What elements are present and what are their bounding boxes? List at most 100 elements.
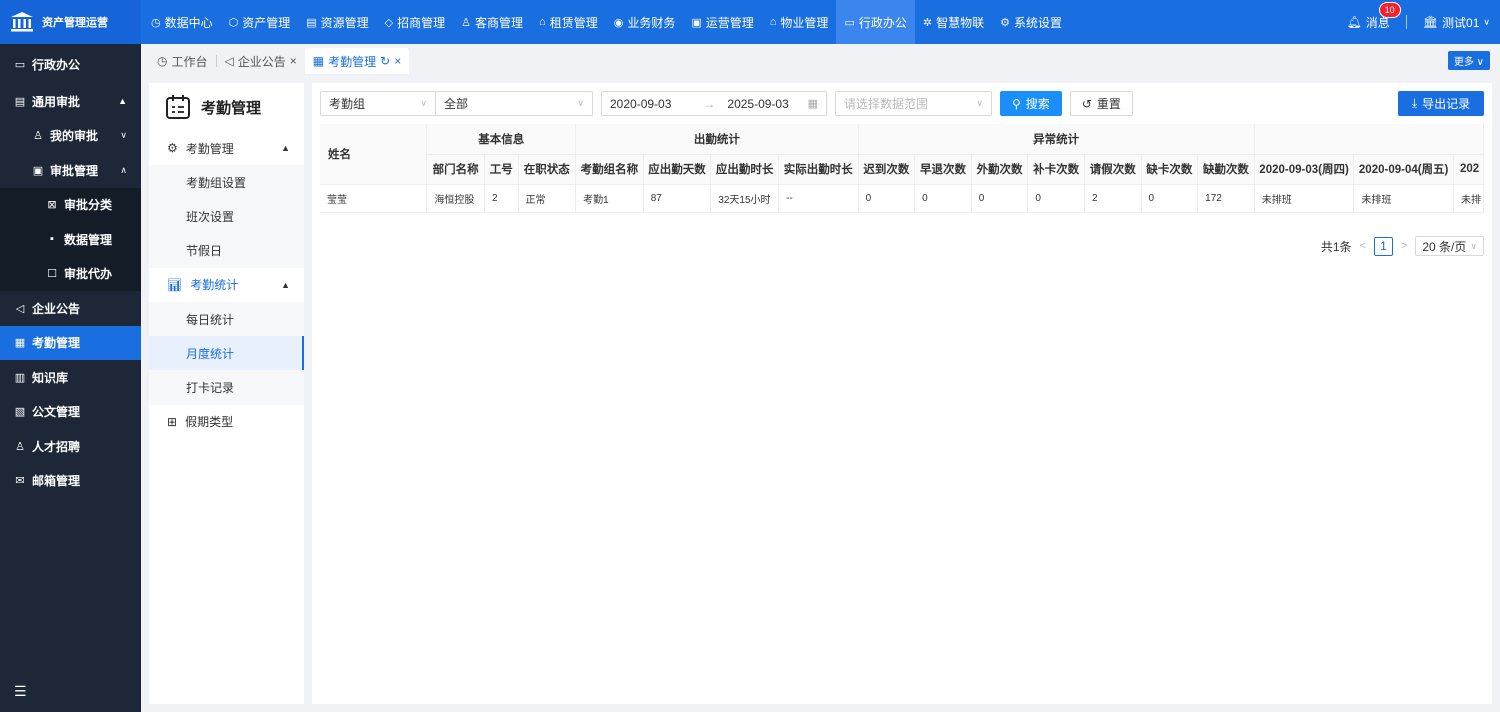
group-type-select[interactable]: 考勤组 ∨ <box>320 91 436 116</box>
submenu-group-statistics[interactable]: 📊︎ 考勤统计 ▲ <box>149 268 304 302</box>
brand[interactable]: 资产管理运营 <box>0 0 141 44</box>
chevron-down-icon: ∨ <box>120 130 127 141</box>
nav-label: 租赁管理 <box>549 15 598 30</box>
chart-icon: ▣ <box>691 16 702 29</box>
sidebar-item-approval-manage[interactable]: ▣ 审批管理 ∧ <box>0 153 141 188</box>
table-cell: 87 <box>643 184 712 213</box>
sidebar-item-general-approval[interactable]: ▤ 通用审批 ▲ <box>0 84 141 119</box>
nav-finance[interactable]: ◉ 业务财务 <box>606 0 684 44</box>
tab-workbench[interactable]: ◷ 工作台 <box>149 48 216 74</box>
more-tabs-button[interactable]: 更多 ∨ <box>1447 51 1490 70</box>
arrow-right-icon: → <box>703 96 716 111</box>
sidebar-item-data-manage[interactable]: ▪ 数据管理 <box>0 222 141 257</box>
sidebar-item-knowledge[interactable]: ▥ 知识库 <box>0 360 141 395</box>
table-row[interactable]: 莹莹 海恒控股 2 正常 考勤1 87 32天15小时 -- 0 0 0 0 2… <box>320 184 1484 213</box>
submenu-item-holidays[interactable]: 节假日 <box>149 233 304 268</box>
nav-assets[interactable]: ⬡ 资产管理 <box>221 0 299 44</box>
data-icon: ▪ <box>50 233 54 246</box>
nav-label: 客商管理 <box>475 15 524 30</box>
collapse-menu-icon[interactable]: ☰ <box>14 683 27 700</box>
sidebar-item-label: 我的审批 <box>50 129 99 144</box>
date-range-picker[interactable]: 2020-09-03 → 2025-09-03 ▦ <box>601 91 827 116</box>
submenu-item-monthly-stats[interactable]: 月度统计 <box>149 336 304 371</box>
sidebar-section-admin[interactable]: ▭ 行政办公 <box>0 44 141 84</box>
clock-icon: ◷ <box>151 16 161 29</box>
submenu-item-shift-settings[interactable]: 班次设置 <box>149 199 304 234</box>
table-cell: 32天15小时 <box>710 184 779 213</box>
monitor-icon: ▭ <box>14 58 26 71</box>
sidebar-item-attendance[interactable]: ▦ 考勤管理 <box>0 325 141 360</box>
nav-iot[interactable]: ✲ 智慧物联 <box>915 0 992 44</box>
sidebar-item-my-approval[interactable]: ♙ 我的审批 ∨ <box>0 119 141 154</box>
messages-button[interactable]: 🔔︎ 消息 10 <box>1347 1 1401 31</box>
submenu-group-leave-types[interactable]: ⊞ 假期类型 <box>149 405 304 439</box>
nav-admin-office[interactable]: ▭ 行政办公 <box>836 0 915 44</box>
message-count-badge: 10 <box>1378 1 1401 18</box>
attendance-submenu: 考勤管理 ⚙ 考勤管理 ▲ 考勤组设置 班次设置 节假日 📊︎ 考勤统计 ▲ 每日统计 … <box>149 83 304 704</box>
sidebar-item-label: 通用审批 <box>32 94 81 109</box>
nav-operations[interactable]: ▣ 运营管理 <box>683 0 761 44</box>
nav-leasing[interactable]: ⌂ 租赁管理 <box>531 0 606 44</box>
data-range-select[interactable]: 请选择数据范围 ∨ <box>835 91 992 116</box>
download-icon: ⤓ <box>1411 96 1418 110</box>
sidebar-item-approval-agent[interactable]: ☐ 审批代办 <box>0 256 141 291</box>
column-header: 请假次数 <box>1084 154 1142 185</box>
sidebar-item-mailbox[interactable]: ✉ 邮箱管理 <box>0 464 141 499</box>
group-scope-select[interactable]: 全部 ∨ <box>435 91 593 116</box>
monitor-icon: ▭ <box>844 16 855 29</box>
close-icon[interactable]: × <box>394 54 401 68</box>
checklist-icon: ▣ <box>32 164 44 177</box>
pagination: 共1条 < 1 > 20 条/页 ∨ <box>1321 236 1484 256</box>
sidebar-item-announcements[interactable]: ◁ 企业公告 <box>0 291 141 326</box>
bar-chart-icon: 📊︎ <box>167 277 183 292</box>
sidebar-item-approval-category[interactable]: ⊠ 审批分类 <box>0 187 141 222</box>
submenu-item-punch-records[interactable]: 打卡记录 <box>149 370 304 405</box>
stats-table-container[interactable]: 姓名 基本信息 出勤统计 异常统计 部门名称 工号 在职状态 考勤组名称 应出勤… <box>320 124 1484 228</box>
search-button[interactable]: ⚲ 搜索 <box>1000 91 1062 116</box>
calendar-icon: ▦ <box>312 54 325 68</box>
page-number-current[interactable]: 1 <box>1373 236 1393 256</box>
sidebar-item-documents[interactable]: ▧ 公文管理 <box>0 395 141 430</box>
column-header: 工号 <box>484 154 519 185</box>
bank-logo-icon <box>11 12 33 32</box>
sidebar-item-label: 邮箱管理 <box>32 474 81 489</box>
export-button[interactable]: ⤓ 导出记录 <box>1398 91 1484 116</box>
table-header-row: 部门名称 工号 在职状态 考勤组名称 应出勤天数 应出勤时长 实际出勤时长 迟到… <box>320 154 1484 185</box>
submenu-item-daily-stats[interactable]: 每日统计 <box>149 301 304 337</box>
tab-attendance[interactable]: ▦ 考勤管理 ↻ × <box>304 48 410 74</box>
reset-button[interactable]: ↺ 重置 <box>1069 91 1133 116</box>
submenu-group-attendance[interactable]: ⚙ 考勤管理 ▲ <box>149 131 304 165</box>
chevron-up-icon: ▲ <box>281 143 290 153</box>
chevron-right-icon[interactable]: > <box>1401 240 1407 252</box>
bank-icon: 🏛︎ <box>1422 15 1439 29</box>
nav-property[interactable]: ⌂ 物业管理 <box>762 0 837 44</box>
refresh-icon[interactable]: ↻ <box>380 54 390 68</box>
nav-investment[interactable]: ◇ 招商管理 <box>377 0 453 44</box>
column-header: 缺卡次数 <box>1141 154 1199 185</box>
column-header: 202 <box>1453 154 1484 185</box>
more-label: 更多 <box>1453 57 1474 68</box>
user-menu[interactable]: 🏛︎ 测试01 ∨ <box>1423 14 1490 31</box>
submenu-item-group-settings[interactable]: 考勤组设置 <box>149 165 304 200</box>
column-header: 2020-09-03(周四) <box>1254 154 1355 185</box>
nav-label: 业务财务 <box>627 15 676 30</box>
main-panel: 考勤组 ∨ 全部 ∨ 2020-09-03 → 2025-09-03 ▦ 请选择数据… <box>312 83 1492 704</box>
users-icon: ♙ <box>461 16 472 29</box>
nav-settings[interactable]: ⚙ 系统设置 <box>992 0 1070 44</box>
close-icon[interactable]: × <box>290 54 297 68</box>
inbox-icon: ☐ <box>47 268 57 281</box>
nav-resources[interactable]: ▤ 资源管理 <box>298 0 376 44</box>
group-filter: 考勤组 ∨ 全部 ∨ <box>320 91 593 116</box>
nav-data-center[interactable]: ◷ 数据中心 <box>143 0 221 44</box>
chevron-left-icon[interactable]: < <box>1360 240 1366 252</box>
submenu-group-label: 假期类型 <box>185 415 234 430</box>
tab-announcements[interactable]: ◁ 企业公告 × <box>217 48 305 74</box>
sidebar-item-label: 公文管理 <box>32 405 81 420</box>
building-icon: ▤ <box>306 16 317 29</box>
table-cell: 考勤1 <box>575 184 644 213</box>
nav-merchants[interactable]: ♙ 客商管理 <box>453 0 531 44</box>
user-icon: ♙ <box>33 130 43 143</box>
sidebar-item-recruiting[interactable]: ♙ 人才招聘 <box>0 429 141 464</box>
page-size-select[interactable]: 20 条/页 ∨ <box>1415 236 1484 256</box>
grid-icon: ⊞ <box>167 414 178 429</box>
